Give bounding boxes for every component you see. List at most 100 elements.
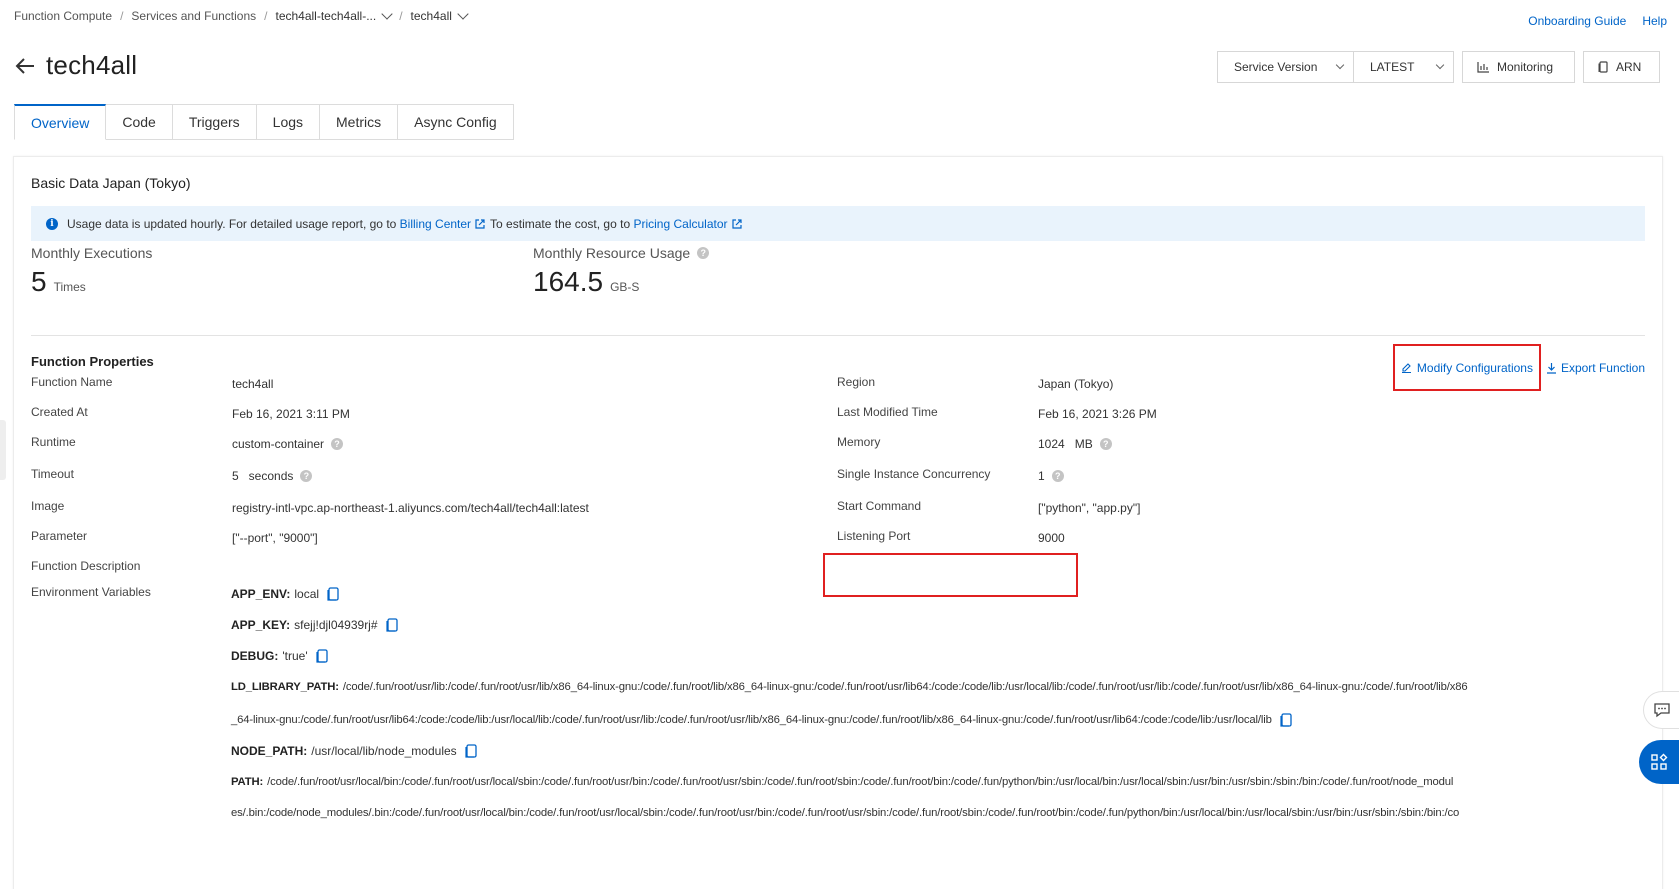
env-value: sfejj!djl04939rj# (294, 618, 378, 632)
last-modified-value: Feb 16, 2021 3:26 PM (1038, 407, 1157, 421)
external-link-icon (475, 218, 485, 229)
memory-value: 1024 MB? (1038, 437, 1112, 451)
breadcrumb-function-dropdown[interactable]: tech4all (410, 7, 469, 23)
resource-number: 164.5 (533, 266, 604, 297)
external-link-icon (731, 218, 742, 229)
region-label: Region (837, 375, 876, 389)
edit-icon (1401, 363, 1411, 373)
onboarding-guide-link[interactable]: Onboarding Guide (1528, 14, 1626, 28)
arn-label: ARN (1616, 60, 1642, 74)
help-icon[interactable]: ? (1051, 470, 1064, 482)
breadcrumb-separator: / (399, 9, 403, 23)
env-value: _64-linux-gnu:/code/.fun/root/usr/lib64:… (231, 714, 1272, 726)
created-at-value: Feb 16, 2021 3:11 PM (232, 407, 350, 421)
env-value: 'true' (282, 649, 308, 663)
runtime-text: custom-container (232, 437, 325, 451)
env-var-row: DEBUG:'true' (231, 649, 328, 663)
arn-button[interactable]: ARN (1583, 51, 1660, 83)
copy-icon[interactable] (465, 744, 477, 758)
env-var-row: es/.bin:/code/node_modules/.bin:/code/.f… (231, 807, 1459, 819)
timeout-text: 5 seconds (232, 469, 294, 483)
version-selector: Service Version LATEST (1217, 51, 1454, 83)
apps-grid-icon (1651, 753, 1668, 770)
help-icon[interactable]: ? (1099, 438, 1112, 450)
app-menu-button[interactable] (1639, 740, 1679, 784)
breadcrumb-separator: / (120, 9, 124, 23)
breadcrumb-services-and-functions[interactable]: Services and Functions (131, 9, 256, 23)
sidebar-collapse-handle[interactable] (0, 420, 6, 480)
billing-center-link[interactable]: Billing Center (400, 217, 471, 231)
parameter-label: Parameter (31, 529, 88, 543)
listening-port-highlight (823, 553, 1078, 597)
tab-triggers[interactable]: Triggers (172, 104, 257, 140)
copy-icon (1598, 61, 1608, 73)
copy-icon[interactable] (327, 587, 339, 601)
copy-icon[interactable] (316, 649, 328, 663)
env-var-row: PATH:/code/.fun/root/usr/local/bin:/code… (231, 776, 1453, 788)
export-function-button[interactable]: Export Function (1546, 361, 1645, 375)
modify-configurations-label: Modify Configurations (1416, 360, 1533, 375)
env-value: /code/.fun/root/usr/lib:/code/.fun/root/… (342, 681, 1468, 693)
copy-icon[interactable] (385, 618, 398, 632)
modify-configurations-button[interactable]: Modify Configurations (1392, 344, 1541, 391)
help-icon[interactable]: ? (331, 438, 344, 450)
concurrency-text: 1 (1038, 469, 1045, 483)
env-key: LD_LIBRARY_PATH: (231, 681, 339, 693)
download-icon (1546, 362, 1556, 374)
monitoring-button[interactable]: Monitoring (1462, 51, 1575, 83)
chevron-down-icon (457, 7, 469, 20)
start-command-label: Start Command (837, 499, 922, 513)
help-icon[interactable]: ? (697, 247, 710, 259)
copy-icon[interactable] (1280, 713, 1292, 727)
function-name-value: tech4all (232, 377, 274, 391)
env-var-row: APP_KEY: sfejj!djl04939rj# (231, 618, 398, 632)
env-value: /usr/local/lib/node_modules (311, 744, 457, 758)
env-var-row: _64-linux-gnu:/code/.fun/root/usr/lib64:… (231, 713, 1292, 727)
tab-logs[interactable]: Logs (256, 104, 321, 140)
image-label: Image (31, 499, 65, 513)
breadcrumb-function-label: tech4all (410, 9, 452, 23)
help-link[interactable]: Help (1642, 14, 1667, 28)
tab-overview[interactable]: Overview (14, 104, 107, 140)
timeout-label: Timeout (31, 467, 74, 481)
service-version-select[interactable]: Service Version (1218, 52, 1353, 82)
env-key: APP_KEY: (231, 618, 291, 632)
service-version-label: Service Version (1234, 60, 1318, 74)
environment-variables-label: Environment Variables (31, 585, 151, 599)
env-var-row: APP_ENV: local (231, 587, 339, 601)
tab-code[interactable]: Code (106, 104, 173, 140)
region-value: Japan (Tokyo) (1038, 377, 1114, 391)
property-actions: Modify Configurations Export Function (1392, 344, 1645, 391)
parameter-value: ["--port", "9000"] (232, 531, 318, 545)
runtime-value: custom-container? (232, 437, 344, 451)
chevron-down-icon (381, 7, 393, 20)
breadcrumb-service-dropdown[interactable]: tech4all-tech4all-... (275, 7, 393, 23)
concurrency-value: 1? (1038, 469, 1064, 483)
back-arrow-icon[interactable] (14, 56, 36, 76)
section-divider (31, 335, 1645, 336)
function-name-label: Function Name (31, 375, 113, 389)
breadcrumb-function-compute[interactable]: Function Compute (14, 9, 112, 23)
version-value-select[interactable]: LATEST (1353, 52, 1453, 82)
header-actions: Service Version LATEST Monitoring ARN (1217, 51, 1660, 83)
pricing-calculator-link[interactable]: Pricing Calculator (633, 217, 727, 231)
export-function-label: Export Function (1560, 360, 1645, 375)
tab-async-config[interactable]: Async Config (398, 104, 514, 140)
listening-port-label: Listening Port (837, 529, 911, 543)
page-header: tech4all (14, 50, 137, 81)
env-value: local (294, 587, 320, 601)
basic-data-title: Basic Data Japan (Tokyo) (31, 175, 191, 191)
info-icon: i (46, 217, 58, 230)
chat-icon (1653, 703, 1670, 718)
tab-metrics[interactable]: Metrics (320, 104, 399, 140)
feedback-chat-button[interactable] (1643, 691, 1679, 729)
monthly-executions-label: Monthly Executions (31, 245, 152, 261)
notice-text: Usage data is updated hourly. For detail… (67, 216, 397, 231)
breadcrumb-separator: / (264, 9, 268, 23)
chevron-down-icon (1435, 60, 1445, 70)
env-key: DEBUG: (231, 649, 279, 663)
breadcrumb-service-label: tech4all-tech4all-... (275, 9, 377, 23)
help-icon[interactable]: ? (300, 470, 313, 482)
image-value: registry-intl-vpc.ap-northeast-1.aliyunc… (232, 501, 589, 515)
version-value: LATEST (1370, 60, 1415, 74)
